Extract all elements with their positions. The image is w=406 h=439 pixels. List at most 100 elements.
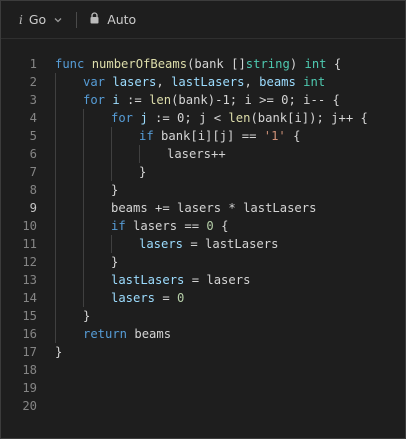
line-number: 19 [22,381,37,395]
line-number: 7 [29,165,37,179]
code-token: } [55,345,63,359]
code-line[interactable]: 3 for i := len(bank)-1; i >= 0; i-- { [1,91,405,109]
chevron-down-icon [52,14,64,26]
lock-icon [89,12,100,27]
code-text: } [111,181,118,199]
code-token: numberOfBeams [91,57,188,71]
line-number: 12 [22,255,37,269]
code-line[interactable]: 1 func numberOfBeams(bank []string) int { [1,55,405,73]
code-line[interactable]: 14 lasers = 0 [1,289,405,307]
code-line[interactable]: 13 lastLasers = lasers [1,271,405,289]
indent-guide [83,145,84,163]
code-text: return beams [83,325,171,343]
code-line[interactable]: 6 lasers++ [1,145,405,163]
code-line[interactable]: 15} [1,307,405,325]
code-line[interactable]: 9 beams += lasers * lastLasers [1,199,405,217]
code-line[interactable]: 19 [1,379,405,397]
language-label: Go [28,12,47,27]
code-token: lasers++ [167,147,226,161]
code-token: } [83,309,91,323]
indent-guide [55,199,56,217]
code-line[interactable]: 10 if lasers == 0 { [1,217,405,235]
indent-guide [83,235,84,253]
code-line[interactable]: 11 lasers = lastLasers [1,235,405,253]
code-line[interactable]: 7} [1,163,405,181]
code-token: := 0; j < [147,111,229,125]
code-line[interactable]: 12} [1,253,405,271]
code-text: var lasers, lastLasers, beams int [83,73,325,91]
line-number: 17 [22,345,37,359]
code-token: (bank[i]); j++ { [250,111,368,125]
code-token: i [112,93,120,107]
toolbar-divider [76,11,78,28]
code-token: } [111,255,119,269]
indent-guide [55,145,56,163]
code-token: := [119,93,150,107]
code-text: if bank[i][j] == '1' { [139,127,300,145]
code-token: for [111,111,141,125]
auto-mode-toggle[interactable]: Auto [89,12,136,27]
code-token: } [139,165,147,179]
code-text: } [83,307,90,325]
code-token: lastLasers [171,75,245,89]
code-line[interactable]: 18 [1,361,405,379]
code-token: lasers [111,291,156,305]
indent-guide [55,235,56,253]
indent-guide [55,127,56,145]
code-token: '1' [263,129,286,143]
line-number: 15 [22,309,37,323]
code-area[interactable]: 1 func numberOfBeams(bank []string) int {… [1,55,405,415]
code-text: } [139,163,146,181]
line-number: 1 [29,57,37,71]
line-number: 16 [22,327,37,341]
code-token: 0 [177,291,185,305]
code-line[interactable]: 17} [1,343,405,361]
code-token: (bank [] [187,57,246,71]
code-token: len [149,93,172,107]
code-token: , [244,75,260,89]
code-token: { [326,57,342,71]
indent-guide [111,127,112,145]
code-text: func numberOfBeams(bank []string) int { [55,55,341,73]
indent-guide [55,91,56,109]
line-number: 4 [29,111,37,125]
line-number: 8 [29,183,37,197]
indent-guide [55,109,56,127]
code-line[interactable]: 5 if bank[i][j] == '1' { [1,127,405,145]
code-token: } [111,183,119,197]
line-number: 3 [29,93,37,107]
code-line[interactable]: 4 for j := 0; j < len(bank[i]); j++ { [1,109,405,127]
code-token: = lasers [184,273,251,287]
indent-guide [83,289,84,307]
language-selector[interactable]: i Go [19,12,64,27]
code-token: var [83,75,113,89]
indent-guide [83,217,84,235]
code-token: , [156,75,172,89]
code-token: { [213,219,229,233]
code-token: ) [289,57,305,71]
line-number: 6 [29,147,37,161]
code-text: lasers = lastLasers [139,235,278,253]
line-number: 10 [22,219,37,233]
indent-guide [83,163,84,181]
code-line[interactable]: 20 [1,397,405,415]
editor-toolbar: i Go Auto [1,1,405,39]
line-number: 20 [22,399,37,413]
code-token: lastLasers [111,273,185,287]
code-line[interactable]: 2 var lasers, lastLasers, beams int [1,73,405,91]
auto-mode-label: Auto [107,12,137,27]
code-line[interactable]: 16 return beams [1,325,405,343]
indent-guide [55,217,56,235]
indent-guide [139,145,140,163]
code-text: for i := len(bank)-1; i >= 0; i-- { [83,91,340,109]
indent-guide [83,271,84,289]
line-number: 11 [22,237,37,251]
indent-guide [83,199,84,217]
indent-guide [55,163,56,181]
indent-guide [55,73,56,91]
code-token: 0 [206,219,214,233]
indent-guide [111,235,112,253]
indent-guide [111,163,112,181]
code-line[interactable]: 8} [1,181,405,199]
indent-guide [83,127,84,145]
